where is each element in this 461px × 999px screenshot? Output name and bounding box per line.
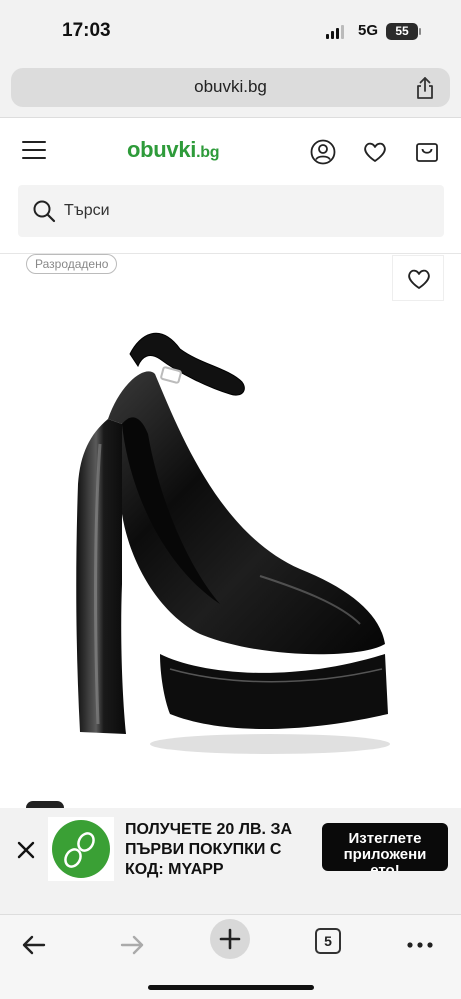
add-to-wishlist-button[interactable] [392,255,444,301]
share-icon[interactable] [414,76,436,100]
heart-icon[interactable] [362,139,388,165]
address-bar[interactable]: obuvki.bg [11,68,450,107]
browser-toolbar: 5 [0,914,461,999]
signal-icon [326,25,344,39]
url-text: obuvki.bg [194,77,267,96]
tab-switcher-button[interactable]: 5 [315,928,341,954]
logo-suffix: .bg [196,144,220,161]
product-gallery[interactable]: Разродадено [0,254,461,815]
app-icon [48,817,114,881]
status-bar: 17:03 5G 55 [0,0,461,60]
site-header: obuvki.bg [0,119,461,183]
search-input[interactable] [64,198,424,224]
search-icon [33,200,56,223]
status-badge: Разродадено [26,254,118,274]
more-icon[interactable] [400,925,440,965]
product-image [76,332,390,754]
home-indicator [148,985,314,990]
screen: 17:03 5G 55 obuvki.bg obuvki.bg Търси Ра… [0,0,461,999]
plus-icon [219,928,241,950]
status-time: 17:03 [62,20,111,41]
search-bar[interactable] [18,185,444,237]
back-arrow-icon[interactable] [14,925,54,965]
user-icon[interactable] [310,139,336,165]
app-promo-banner: ПОЛУЧЕТЕ 20 ЛВ. ЗА ПЪРВИ ПОКУПКИ С КОД: … [0,808,461,914]
promo-text: ПОЛУЧЕТЕ 20 ЛВ. ЗА ПЪРВИ ПОКУПКИ С КОД: … [125,821,293,878]
heart-icon [408,269,430,289]
new-tab-button[interactable] [210,919,250,959]
battery-icon: 55 [386,23,421,40]
network-type: 5G [358,22,379,39]
logo-main: obuvki [127,137,197,162]
forward-arrow-icon[interactable] [112,925,152,965]
footprints-icon [64,832,95,868]
browser-top-bar: 17:03 5G 55 obuvki.bg [0,0,461,118]
download-app-button[interactable]: Изтеглете приложени ето! [322,823,448,871]
shopping-bag-icon[interactable] [414,139,440,165]
site-logo[interactable]: obuvki.bg [127,137,220,163]
hamburger-icon[interactable] [22,141,46,161]
close-icon[interactable] [16,840,36,860]
